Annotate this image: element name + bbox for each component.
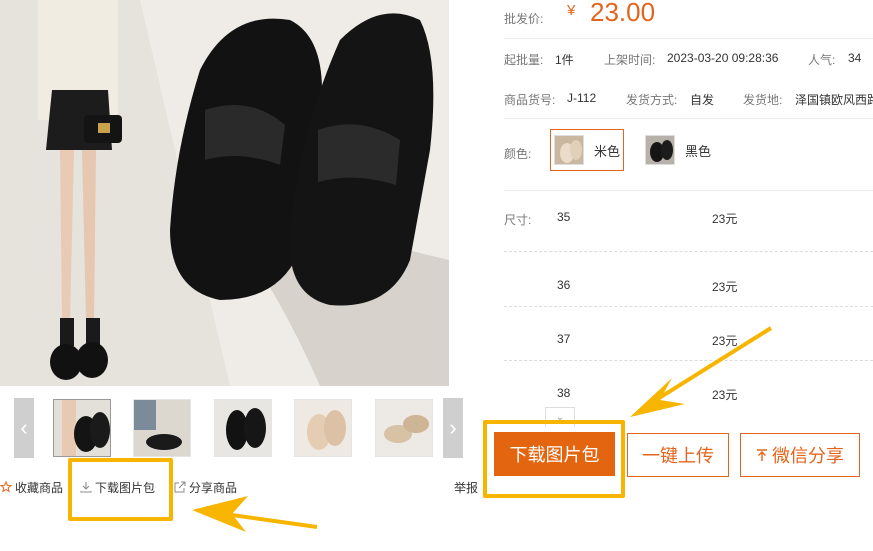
annotation-arrows <box>192 326 773 532</box>
